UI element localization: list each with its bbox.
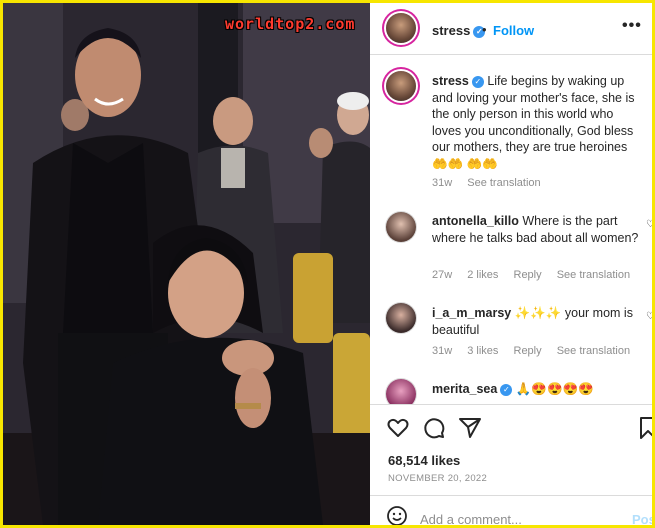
comment-avatar[interactable]: [386, 303, 416, 333]
screenshot-frame: worldtop2.com stress ✓ • Follow ••• stres…: [3, 3, 652, 525]
share-icon[interactable]: [458, 416, 482, 440]
comment-like-heart-icon[interactable]: ♡: [646, 219, 652, 230]
follow-button[interactable]: Follow: [493, 23, 534, 38]
header-divider: [370, 54, 652, 55]
comment-text: 🙏😍😍😍😍: [515, 382, 594, 396]
post-photo[interactable]: worldtop2.com: [3, 3, 370, 525]
comment-text-block: antonella_killo Where is the part where …: [432, 213, 642, 246]
post-comment-button[interactable]: Post: [632, 512, 652, 525]
caption-avatar[interactable]: [386, 71, 416, 101]
actions-divider: [370, 404, 652, 405]
comments-list[interactable]: stress ✓ Life begins by waking up and lov…: [370, 59, 652, 404]
comment-username[interactable]: i_a_m_marsy: [432, 306, 511, 320]
comment-meta: 31w 3 likes Reply See translation: [432, 345, 642, 357]
comment-username[interactable]: merita_sea: [432, 382, 497, 396]
comment-time[interactable]: 31w: [432, 345, 452, 357]
comment-text-block: merita_sea ✓ 🙏😍😍😍😍: [432, 381, 642, 398]
author-username[interactable]: stress: [432, 23, 470, 38]
comment-input-divider: [370, 495, 652, 496]
comment-username[interactable]: antonella_killo: [432, 214, 519, 228]
comment-avatar[interactable]: [386, 379, 416, 404]
author-username-row[interactable]: stress ✓: [432, 23, 486, 38]
verified-badge-icon: ✓: [500, 383, 513, 396]
comment-reply-button[interactable]: Reply: [514, 269, 542, 281]
caption-time[interactable]: 31w: [432, 177, 452, 189]
caption-see-translation[interactable]: See translation: [467, 177, 540, 189]
comment-icon[interactable]: [422, 416, 446, 440]
caption-text-block: stress ✓ Life begins by waking up and lov…: [432, 73, 642, 172]
comment-see-translation[interactable]: See translation: [557, 345, 630, 357]
heart-icon[interactable]: [386, 416, 410, 440]
more-options-icon[interactable]: •••: [622, 17, 642, 35]
watermark-text: worldtop2.com: [225, 15, 356, 33]
comment-likes[interactable]: 3 likes: [467, 345, 498, 357]
likes-count[interactable]: 68,514 likes: [388, 453, 460, 468]
post-side-panel: stress ✓ • Follow ••• stress ✓ Life begins…: [370, 3, 652, 525]
comment-time[interactable]: 27w: [432, 269, 452, 281]
caption-username[interactable]: stress: [432, 74, 469, 88]
verified-badge-icon: ✓: [471, 75, 484, 88]
post-date[interactable]: NOVEMBER 20, 2022: [388, 473, 487, 484]
caption-text: Life begins by waking up and loving your…: [432, 74, 635, 171]
photo-illustration: [3, 3, 370, 525]
bookmark-icon[interactable]: [638, 416, 652, 440]
comment-text-block: i_a_m_marsy ✨✨✨ your mom is beautiful: [432, 305, 642, 338]
add-comment-input[interactable]: Add a comment...: [420, 512, 522, 525]
smiley-icon[interactable]: [386, 505, 408, 525]
comment-like-heart-icon[interactable]: ♡: [646, 311, 652, 322]
caption-meta: 31w See translation: [432, 177, 553, 189]
comment-meta: 27w 2 likes Reply See translation: [432, 269, 642, 281]
author-avatar[interactable]: [386, 13, 416, 43]
comment-avatar[interactable]: [386, 212, 416, 242]
comment-likes[interactable]: 2 likes: [467, 269, 498, 281]
comment-see-translation[interactable]: See translation: [557, 269, 630, 281]
header-separator: •: [482, 22, 487, 37]
comment-reply-button[interactable]: Reply: [514, 345, 542, 357]
